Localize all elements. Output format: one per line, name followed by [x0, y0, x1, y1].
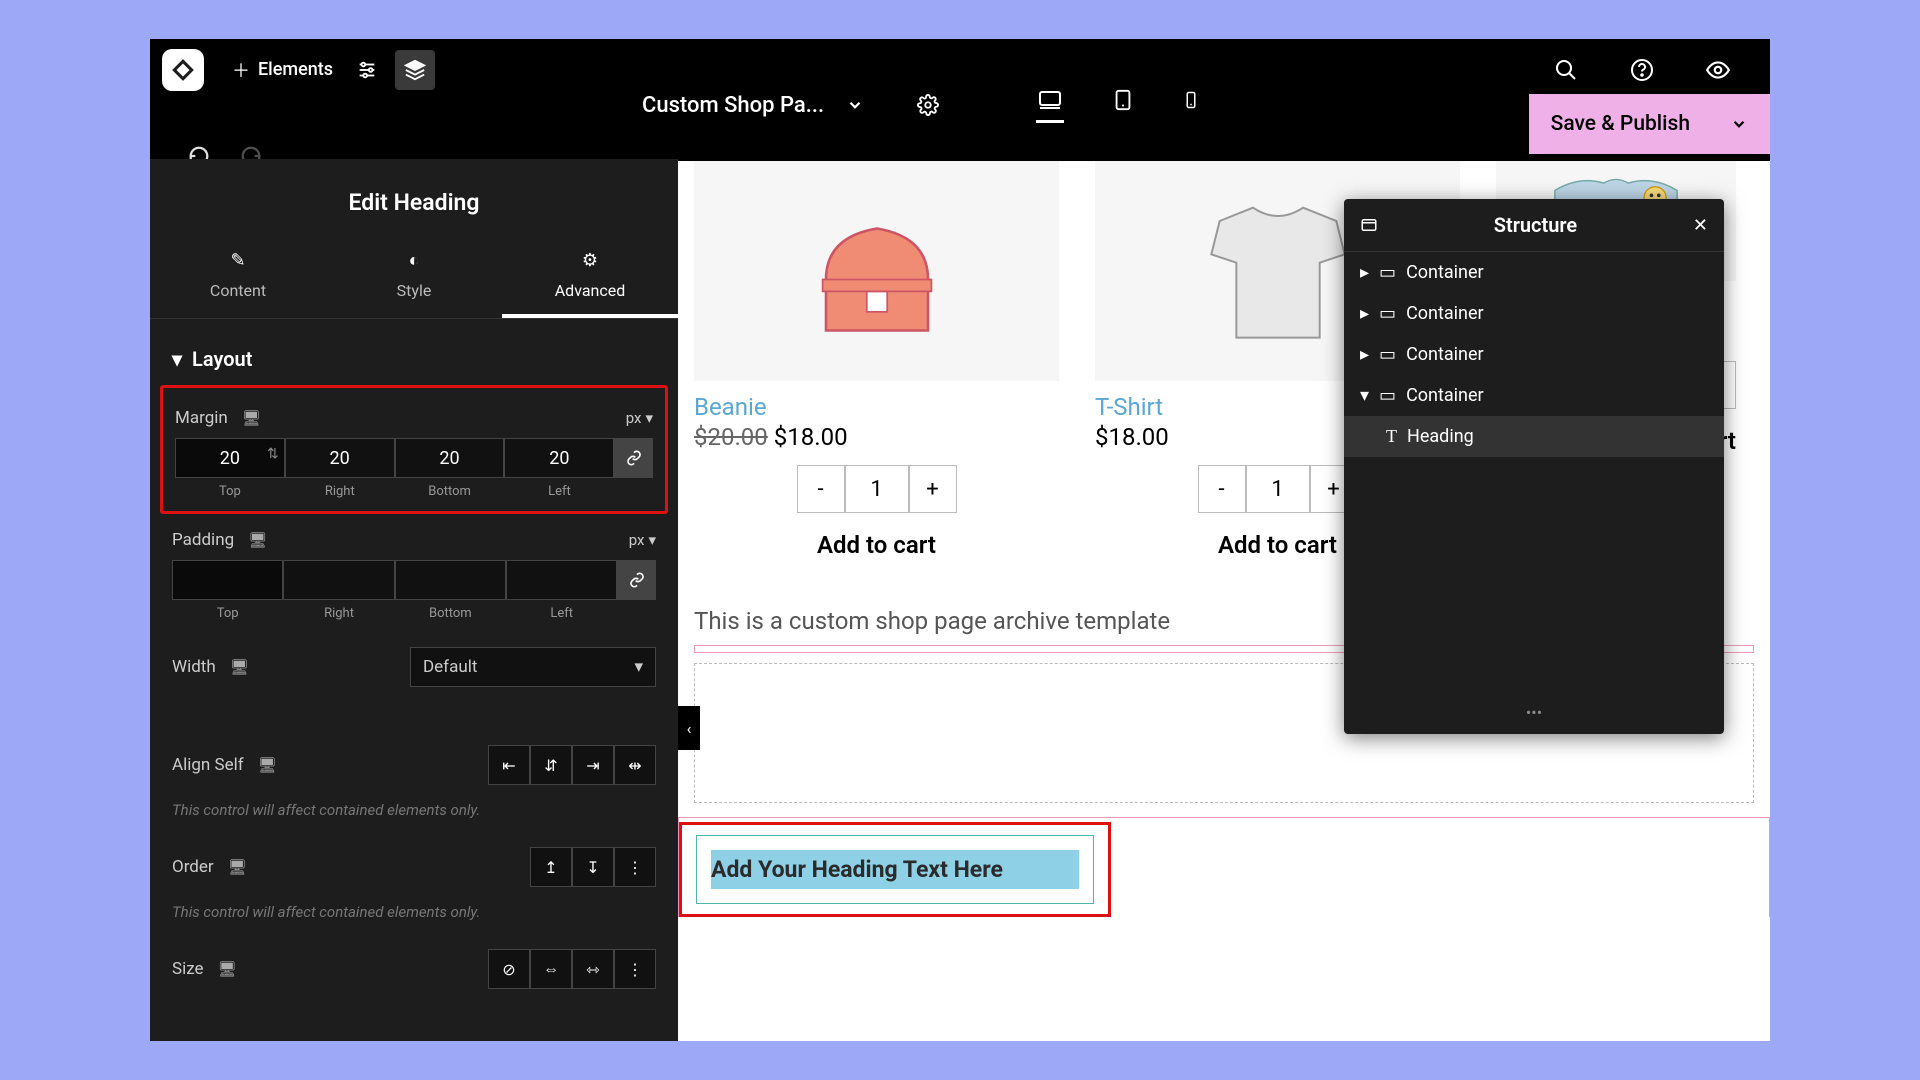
help-icon[interactable]: [1622, 50, 1662, 90]
margin-link-toggle[interactable]: [614, 438, 653, 478]
qty-increase-button[interactable]: +: [909, 465, 957, 513]
container-icon: ▭: [1379, 303, 1396, 324]
padding-label: Padding: [172, 530, 234, 550]
tablet-device[interactable]: [1112, 88, 1134, 123]
app-logo[interactable]: [162, 49, 204, 91]
product-title[interactable]: Beanie: [694, 381, 1059, 423]
save-label: Save & Publish: [1551, 112, 1690, 136]
qty-decrease-button[interactable]: -: [1198, 465, 1246, 513]
qty-decrease-button[interactable]: -: [797, 465, 845, 513]
chevron-down-icon[interactable]: [1730, 115, 1748, 133]
add-to-cart-button[interactable]: Add to cart: [694, 513, 1059, 577]
padding-left-input[interactable]: [506, 560, 617, 600]
margin-bottom-input[interactable]: [395, 438, 505, 478]
mobile-device[interactable]: [1182, 88, 1200, 123]
padding-bottom-input[interactable]: [395, 560, 506, 600]
container-icon: ▭: [1379, 262, 1396, 283]
chevron-down-icon: ▾: [645, 409, 653, 427]
size-grow-button[interactable]: ⇔: [530, 949, 572, 989]
padding-unit-select[interactable]: px ▾: [629, 531, 656, 549]
container-icon: ▭: [1379, 344, 1396, 365]
page-settings-icon[interactable]: [908, 85, 948, 125]
align-center-button[interactable]: ⇵: [530, 745, 572, 785]
panel-options-icon[interactable]: [1360, 216, 1378, 234]
order-last-button[interactable]: ↧: [572, 847, 614, 887]
order-more-button[interactable]: ⋮: [614, 847, 656, 887]
structure-item[interactable]: ▸▭Container: [1344, 293, 1724, 334]
chevron-down-icon: ▾: [648, 531, 656, 549]
elements-button[interactable]: ＋ Elements: [222, 51, 343, 89]
width-select[interactable]: Default ▾: [410, 647, 656, 687]
save-publish-button[interactable]: Save & Publish: [1529, 94, 1770, 154]
align-end-button[interactable]: ⇥: [572, 745, 614, 785]
structure-panel[interactable]: Structure ✕ ▸▭Container ▸▭Container ▸▭Co…: [1344, 199, 1724, 734]
plus-icon: ＋: [232, 57, 250, 83]
text-icon: T: [1386, 426, 1397, 447]
page-title-dropdown[interactable]: Custom Shop Pa...: [642, 93, 824, 118]
margin-unit-select[interactable]: px ▾: [626, 409, 653, 427]
contrast-icon: ◐: [326, 250, 502, 271]
structure-item[interactable]: ▸▭Container: [1344, 252, 1724, 293]
qty-input[interactable]: [845, 465, 909, 513]
margin-right-input[interactable]: [285, 438, 395, 478]
sidebar-collapse-toggle[interactable]: ‹: [678, 706, 700, 750]
responsive-icon[interactable]: 🖥: [248, 531, 267, 549]
tab-style[interactable]: ◐ Style: [326, 240, 502, 318]
section-layout-toggle[interactable]: ▾ Layout: [150, 337, 678, 385]
product-image: [694, 161, 1059, 381]
sidebar-header: Edit Heading: [150, 159, 678, 240]
structure-item-heading[interactable]: T Heading: [1344, 416, 1724, 457]
order-note: This control will affect contained eleme…: [150, 901, 678, 933]
order-label: Order: [172, 857, 214, 877]
size-label: Size: [172, 959, 204, 979]
editor-sidebar: Edit Heading ✎ Content ◐ Style ⚙ Advance…: [150, 159, 678, 1041]
container-icon: ▭: [1379, 385, 1396, 406]
padding-top-input[interactable]: [172, 560, 283, 600]
structure-item[interactable]: ▾▭Container: [1344, 375, 1724, 416]
order-first-button[interactable]: ↥: [530, 847, 572, 887]
gear-icon: ⚙: [502, 250, 678, 271]
chevron-down-icon: ▾: [634, 657, 643, 677]
margin-top-input[interactable]: [175, 438, 285, 478]
responsive-icon[interactable]: 🖥: [242, 409, 261, 427]
margin-left-input[interactable]: [504, 438, 614, 478]
structure-item[interactable]: ▸▭Container: [1344, 334, 1724, 375]
align-self-label: Align Self: [172, 755, 244, 775]
desktop-device[interactable]: [1036, 88, 1064, 123]
responsive-icon[interactable]: 🖥: [230, 658, 249, 676]
responsive-icon[interactable]: 🖥: [258, 756, 277, 774]
tab-advanced[interactable]: ⚙ Advanced: [502, 240, 678, 318]
responsive-icon[interactable]: 🖥: [218, 960, 237, 978]
qty-input[interactable]: [1246, 465, 1310, 513]
align-stretch-button[interactable]: ⇹: [614, 745, 656, 785]
elements-label: Elements: [258, 59, 333, 80]
product-price: $20.00$18.00: [694, 423, 1059, 465]
structure-title: Structure: [1378, 213, 1693, 237]
settings-icon[interactable]: [347, 50, 387, 90]
responsive-icon[interactable]: 🖥: [228, 858, 247, 876]
size-none-button[interactable]: ⊘: [488, 949, 530, 989]
product-card: Beanie $20.00$18.00 - + Add to cart: [694, 161, 1059, 577]
align-note: This control will affect contained eleme…: [150, 799, 678, 831]
size-more-button[interactable]: ⋮: [614, 949, 656, 989]
heading-section[interactable]: Add Your Heading Text Here: [678, 817, 1770, 917]
width-label: Width: [172, 657, 216, 677]
layers-icon[interactable]: [395, 50, 435, 90]
size-shrink-button[interactable]: ⇿: [572, 949, 614, 989]
pencil-icon: ✎: [150, 250, 326, 271]
padding-right-input[interactable]: [283, 560, 394, 600]
chevron-down-icon[interactable]: [846, 96, 864, 114]
close-icon[interactable]: ✕: [1693, 215, 1708, 236]
padding-link-toggle[interactable]: [617, 560, 656, 600]
caret-down-icon: ▾: [172, 347, 182, 371]
panel-resize-handle[interactable]: •••: [1344, 697, 1724, 728]
search-icon[interactable]: [1546, 50, 1586, 90]
preview-icon[interactable]: [1698, 50, 1738, 90]
align-self-buttons: ⇤ ⇵ ⇥ ⇹: [488, 745, 656, 785]
align-start-button[interactable]: ⇤: [488, 745, 530, 785]
margin-label: Margin: [175, 408, 228, 428]
heading-widget[interactable]: Add Your Heading Text Here: [711, 850, 1079, 889]
tab-content[interactable]: ✎ Content: [150, 240, 326, 318]
